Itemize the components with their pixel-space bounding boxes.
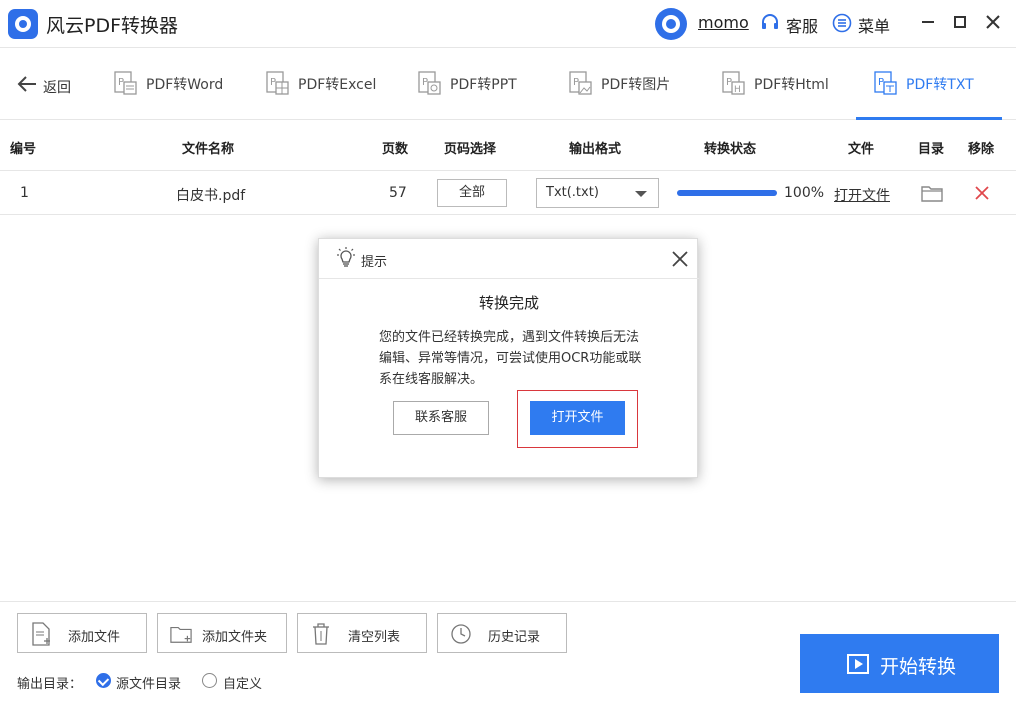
custom-dir-label[interactable]: 自定义: [223, 673, 262, 692]
col-pages: 页数: [382, 142, 409, 157]
active-tab-indicator: [856, 117, 1002, 120]
col-range: 页码选择: [444, 142, 497, 157]
add-file-button[interactable]: 添加文件: [17, 613, 147, 653]
pdf-ppt-icon: P: [418, 71, 441, 95]
source-dir-label[interactable]: 源文件目录: [116, 673, 181, 692]
col-remove: 移除: [968, 142, 995, 157]
col-index: 编号: [10, 142, 37, 157]
pdf-word-icon: P: [114, 71, 137, 95]
add-folder-label: 添加文件夹: [202, 630, 268, 645]
progress-percent: 100%: [784, 185, 825, 201]
menu-button[interactable]: 菜单: [858, 13, 890, 37]
dialog-heading: 转换完成: [478, 294, 539, 312]
svg-text:P: P: [118, 77, 124, 88]
back-button[interactable]: 返回: [43, 77, 71, 97]
table-row: 1 白皮书.pdf 57 全部 Txt(.txt) 100% 打开文件: [0, 171, 1016, 215]
app-logo-icon: [8, 9, 38, 39]
svg-text:P: P: [422, 77, 428, 88]
maximize-icon[interactable]: [950, 12, 970, 32]
svg-text:P: P: [270, 77, 276, 88]
history-label: 历史记录: [488, 630, 541, 645]
dialog-header: 提示: [319, 239, 699, 279]
start-label: 开始转换: [880, 656, 957, 678]
tab-label: PDF转PPT: [450, 77, 517, 93]
output-format-select[interactable]: Txt(.txt): [536, 178, 659, 208]
dialog-title: 提示: [361, 255, 388, 270]
col-name: 文件名称: [182, 142, 235, 157]
add-folder-icon: [170, 626, 192, 643]
headset-icon[interactable]: [760, 13, 780, 33]
contact-service-button[interactable]: 联系客服: [393, 401, 489, 435]
divider: [0, 601, 1016, 602]
row-pages: 57: [389, 185, 407, 201]
menu-icon[interactable]: [832, 13, 852, 33]
play-icon: [847, 654, 869, 674]
progress-fill: [677, 190, 777, 196]
page-range-button[interactable]: 全部: [437, 179, 507, 207]
tab-label: PDF转Excel: [298, 77, 377, 93]
clock-icon: [451, 624, 471, 644]
trash-icon: [313, 623, 329, 645]
folder-icon[interactable]: [921, 184, 943, 202]
service-button[interactable]: 客服: [786, 13, 818, 37]
output-dir-label: 输出目录：: [17, 677, 83, 692]
file-table-header: 编号 文件名称 页数 页码选择 输出格式 转换状态 文件 目录 移除: [0, 121, 1016, 171]
start-conversion-button[interactable]: 开始转换: [800, 634, 999, 693]
radio-custom-dir[interactable]: [202, 673, 217, 688]
pdf-image-icon: P: [569, 71, 592, 95]
back-arrow-icon[interactable]: [16, 73, 38, 95]
tab-label: PDF转图片: [601, 77, 671, 93]
app-title: 风云PDF转换器: [46, 15, 179, 37]
radio-source-dir[interactable]: [96, 673, 111, 688]
chevron-down-icon: [635, 191, 647, 197]
close-icon[interactable]: [983, 12, 1003, 32]
tab-label: PDF转TXT: [906, 77, 974, 93]
row-filename: 白皮书.pdf: [176, 188, 246, 204]
row-index: 1: [20, 185, 29, 201]
svg-text:P: P: [573, 77, 579, 88]
dialog-close-icon[interactable]: [671, 250, 689, 268]
history-button[interactable]: 历史记录: [437, 613, 567, 653]
add-file-icon: [32, 622, 50, 646]
user-avatar[interactable]: [655, 8, 687, 40]
clear-list-label: 清空列表: [348, 630, 401, 645]
add-file-label: 添加文件: [68, 630, 121, 645]
pdf-txt-icon: P: [874, 71, 897, 95]
col-dir: 目录: [918, 142, 945, 157]
conversion-tabs: 返回 P PDF转Word P PDF转Excel P PDF转PPT P PD…: [0, 48, 1016, 120]
remove-icon[interactable]: [973, 184, 991, 202]
pdf-html-icon: P H: [722, 71, 745, 95]
open-file-button[interactable]: 打开文件: [530, 401, 625, 435]
col-file: 文件: [848, 142, 875, 157]
svg-text:P: P: [726, 77, 732, 88]
open-file-link[interactable]: 打开文件: [834, 185, 890, 205]
svg-text:P: P: [878, 77, 884, 88]
lightbulb-icon: [337, 247, 355, 267]
pdf-excel-icon: P: [266, 71, 289, 95]
conversion-complete-dialog: 提示 转换完成 您的文件已经转换完成，遇到文件转换后无法编辑、异常等情况，可尝试…: [318, 238, 699, 478]
title-bar: 风云PDF转换器 momo 客服 菜单: [0, 0, 1016, 48]
svg-text:H: H: [734, 85, 741, 95]
add-folder-button[interactable]: 添加文件夹: [157, 613, 287, 653]
format-value: Txt(.txt): [546, 185, 599, 200]
clear-list-button[interactable]: 清空列表: [297, 613, 427, 653]
col-format: 输出格式: [569, 142, 622, 157]
minimize-icon[interactable]: [918, 12, 938, 32]
tab-label: PDF转Word: [146, 77, 224, 93]
dialog-message: 您的文件已经转换完成，遇到文件转换后无法编辑、异常等情况，可尝试使用OCR功能或…: [379, 330, 642, 387]
col-status: 转换状态: [704, 142, 757, 157]
conversion-progress-bar: [677, 190, 777, 196]
tab-label: PDF转Html: [754, 77, 829, 93]
user-name-link[interactable]: momo: [698, 13, 749, 32]
